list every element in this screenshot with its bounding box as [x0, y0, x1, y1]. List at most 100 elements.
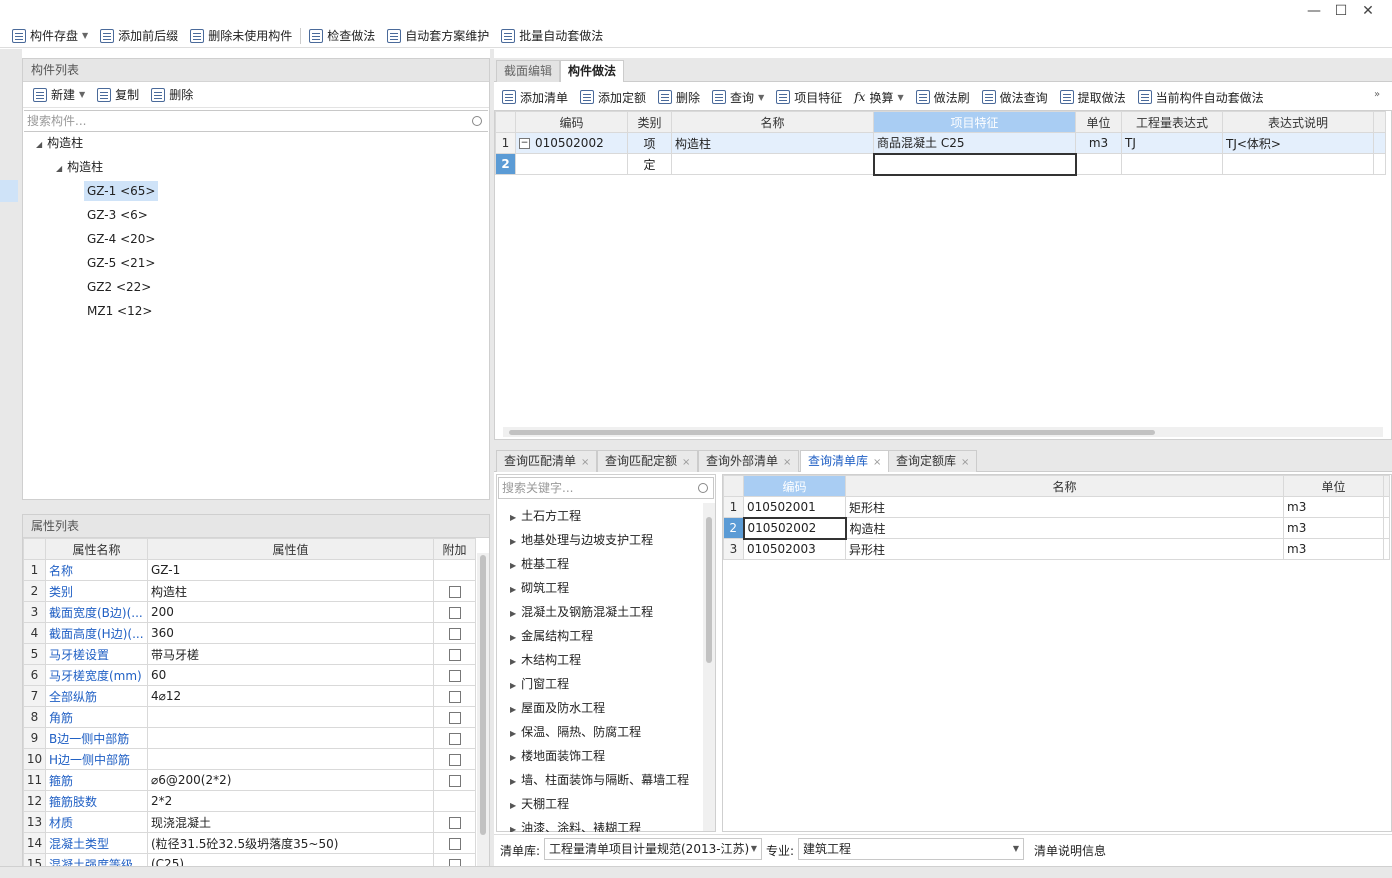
- query-tab-2[interactable]: 查询匹配定额 ×: [597, 450, 699, 472]
- type-cell[interactable]: 项: [627, 132, 672, 154]
- chevron-down-icon[interactable]: ▼: [897, 93, 903, 102]
- attach-checkbox[interactable]: [448, 837, 461, 850]
- table-row[interactable]: 11 箍筋 ⌀6@200(2*2): [23, 769, 476, 791]
- property-name-cell[interactable]: 角筋: [45, 706, 148, 728]
- save-component-button[interactable]: 构件存盘 ▼: [6, 25, 94, 47]
- tree-root[interactable]: ◢ 构造柱: [36, 133, 83, 155]
- property-value-cell[interactable]: 360: [147, 622, 434, 644]
- collapse-icon[interactable]: −: [519, 138, 530, 149]
- table-row[interactable]: 2 定: [495, 152, 1386, 176]
- tree-item-gz-1[interactable]: GZ-1 <65>: [84, 181, 159, 201]
- method-query-button[interactable]: 做法查询: [976, 86, 1054, 108]
- table-row[interactable]: 1 名称 GZ-1: [23, 559, 476, 581]
- expand-icon[interactable]: ◢: [36, 140, 42, 149]
- search-icon[interactable]: [698, 483, 708, 493]
- more-icon[interactable]: »: [1374, 89, 1380, 100]
- type-cell[interactable]: 定: [627, 153, 672, 175]
- category-item[interactable]: ▶ 油漆、涂料、裱糊工程: [510, 818, 641, 832]
- table-row[interactable]: 2 010502002 构造柱 m3: [723, 516, 1390, 540]
- chevron-down-icon[interactable]: ▼: [79, 90, 85, 99]
- expression-cell[interactable]: [1121, 153, 1223, 175]
- table-row[interactable]: 1 010502001 矩形柱 m3: [723, 496, 1390, 518]
- table-row[interactable]: 3 010502003 异形柱 m3: [723, 538, 1390, 560]
- property-value-header[interactable]: 属性值: [147, 538, 434, 560]
- property-name-cell[interactable]: 箍筋肢数: [45, 790, 148, 812]
- name-cell[interactable]: [671, 153, 874, 175]
- attach-checkbox[interactable]: [448, 585, 461, 598]
- code-header[interactable]: 编码: [515, 111, 628, 133]
- category-scrollbar-thumb[interactable]: [706, 517, 712, 663]
- property-scrollbar[interactable]: [477, 553, 489, 877]
- new-component-button[interactable]: 新建 ▼: [27, 84, 91, 106]
- chevron-down-icon[interactable]: ▼: [1013, 839, 1019, 859]
- category-item[interactable]: ▶ 保温、隔热、防腐工程: [510, 722, 641, 744]
- property-name-cell[interactable]: 截面宽度(B边)(...: [45, 601, 148, 623]
- category-item[interactable]: ▶ 地基处理与边坡支护工程: [510, 530, 653, 552]
- property-name-header[interactable]: 属性名称: [45, 538, 148, 560]
- feature-header[interactable]: 项目特征: [873, 111, 1076, 133]
- property-name-cell[interactable]: 马牙槎宽度(mm): [45, 664, 148, 686]
- property-value-cell[interactable]: (粒径31.5砼32.5级坍落度35~50): [147, 832, 434, 854]
- property-name-cell[interactable]: H边一侧中部筋: [45, 748, 148, 770]
- property-name-cell[interactable]: 类别: [45, 580, 148, 602]
- expand-icon[interactable]: ▶: [510, 681, 516, 690]
- component-search-input[interactable]: 搜索构件...: [24, 110, 488, 132]
- query-tab-3[interactable]: 查询外部清单 ×: [698, 450, 800, 472]
- category-item[interactable]: ▶ 混凝土及钢筋混凝土工程: [510, 602, 653, 624]
- query-search-input[interactable]: 搜索关键字...: [498, 477, 714, 499]
- tree-item-gz2[interactable]: GZ2 <22>: [87, 277, 151, 297]
- attach-checkbox[interactable]: [448, 732, 461, 745]
- code-cell[interactable]: [515, 153, 628, 175]
- close-tab-icon[interactable]: ×: [873, 457, 881, 468]
- query-tab-1[interactable]: 查询匹配清单 ×: [496, 450, 598, 472]
- delete-component-button[interactable]: 删除: [145, 84, 199, 106]
- property-name-cell[interactable]: 名称: [45, 559, 148, 581]
- bill-name-header[interactable]: 名称: [845, 475, 1284, 497]
- category-item[interactable]: ▶ 门窗工程: [510, 674, 569, 696]
- close-tab-icon[interactable]: ×: [961, 457, 969, 468]
- property-extra-header[interactable]: 附加: [433, 538, 476, 560]
- attach-checkbox[interactable]: [448, 711, 461, 724]
- expand-icon[interactable]: ◢: [56, 164, 62, 173]
- batch-auto-method-button[interactable]: 批量自动套做法: [495, 25, 609, 47]
- maximize-icon[interactable]: ☐: [1331, 2, 1351, 20]
- copy-component-button[interactable]: 复制: [91, 84, 145, 106]
- property-value-cell[interactable]: [147, 727, 434, 749]
- table-row[interactable]: 8 角筋: [23, 706, 476, 728]
- attach-checkbox[interactable]: [448, 690, 461, 703]
- bill-unit-header[interactable]: 单位: [1283, 475, 1384, 497]
- expand-icon[interactable]: ▶: [510, 825, 516, 832]
- bill-code-header[interactable]: 编码: [743, 475, 846, 497]
- expand-icon[interactable]: ▶: [510, 801, 516, 810]
- property-name-cell[interactable]: 马牙槎设置: [45, 643, 148, 665]
- property-name-cell[interactable]: 箍筋: [45, 769, 148, 791]
- property-value-cell[interactable]: 2*2: [147, 790, 434, 812]
- code-cell[interactable]: −010502002: [515, 132, 628, 154]
- expand-icon[interactable]: ▶: [510, 657, 516, 666]
- expression-header[interactable]: 工程量表达式: [1121, 111, 1223, 133]
- table-row[interactable]: 1 −010502002 项 构造柱 商品混凝土 C25 m3 TJ TJ<体积…: [495, 132, 1386, 154]
- auto-current-method-button[interactable]: 当前构件自动套做法: [1132, 86, 1270, 108]
- expand-icon[interactable]: ▶: [510, 729, 516, 738]
- library-select[interactable]: 工程量清单项目计量规范(2013-江苏) ▼: [544, 838, 762, 860]
- expand-icon[interactable]: ▶: [510, 561, 516, 570]
- property-value-cell[interactable]: [147, 748, 434, 770]
- tree-item-mz1[interactable]: MZ1 <12>: [87, 301, 152, 321]
- name-header[interactable]: 名称: [671, 111, 874, 133]
- property-value-cell[interactable]: 构造柱: [147, 580, 434, 602]
- add-prefix-suffix-button[interactable]: 添加前后缀: [94, 25, 184, 47]
- expand-icon[interactable]: ▶: [510, 633, 516, 642]
- expand-icon[interactable]: ▶: [510, 705, 516, 714]
- category-item[interactable]: ▶ 天棚工程: [510, 794, 569, 816]
- name-cell[interactable]: 构造柱: [671, 132, 874, 154]
- expand-icon[interactable]: ▶: [510, 777, 516, 786]
- property-name-cell[interactable]: 截面高度(H边)(...: [45, 622, 148, 644]
- convert-button[interactable]: fx 换算 ▼: [848, 86, 909, 108]
- tree-item-gz-4[interactable]: GZ-4 <20>: [87, 229, 155, 249]
- add-bill-button[interactable]: 添加清单: [496, 86, 574, 108]
- category-item[interactable]: ▶ 金属结构工程: [510, 626, 593, 648]
- property-value-cell[interactable]: ⌀6@200(2*2): [147, 769, 434, 791]
- search-icon[interactable]: [472, 116, 482, 126]
- attach-checkbox[interactable]: [448, 648, 461, 661]
- table-row[interactable]: 7 全部纵筋 4⌀12: [23, 685, 476, 707]
